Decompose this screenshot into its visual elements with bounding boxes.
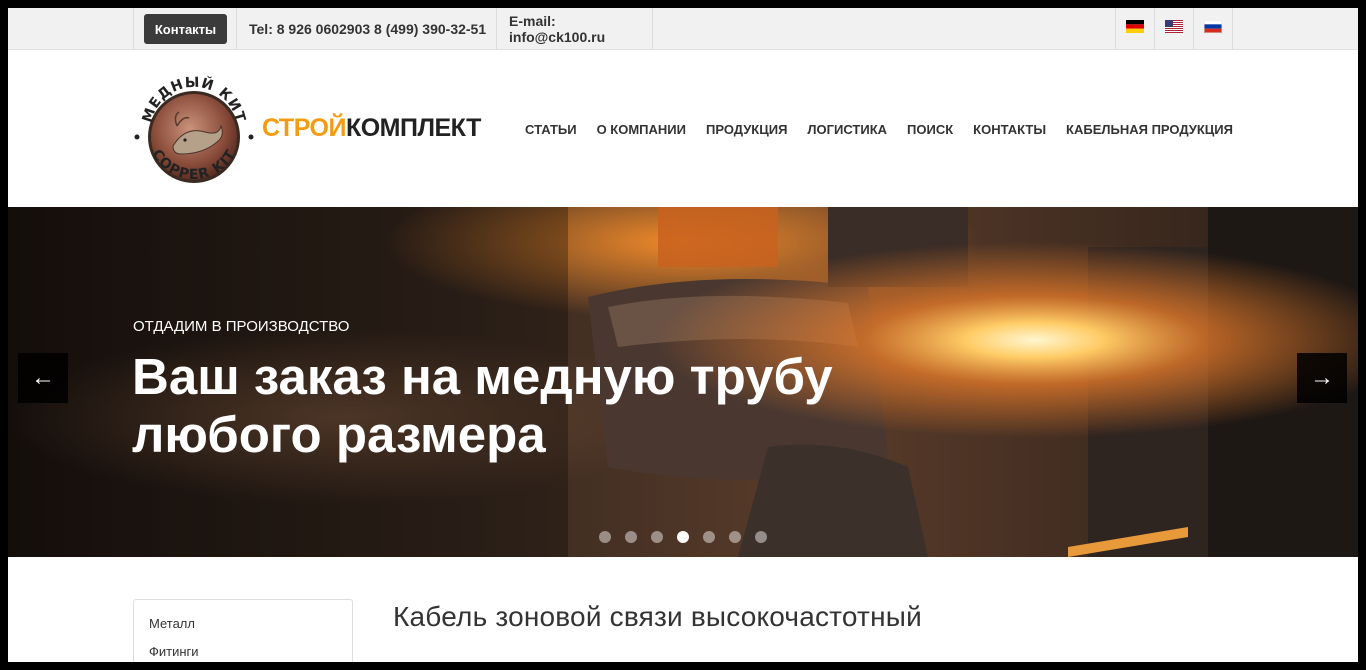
top-bar: Контакты Tel: 8 926 0602903 8 (499) 390-… [8, 8, 1358, 50]
page-title: Кабель зоновой связи высокочастотный [393, 601, 922, 632]
nav-articles[interactable]: СТАТЬИ [525, 122, 577, 137]
main-nav: СТАТЬИ О КОМПАНИИ ПРОДУКЦИЯ ЛОГИСТИКА ПО… [525, 122, 1233, 137]
divider [1232, 8, 1233, 49]
slider-next-button[interactable]: → [1297, 353, 1347, 403]
divider [652, 8, 653, 49]
sidebar-item-fittings[interactable]: Фитинги [149, 644, 199, 659]
de-flag-icon [1126, 20, 1144, 33]
divider [133, 8, 134, 49]
ru-flag-icon [1204, 20, 1222, 33]
lang-de[interactable] [1115, 8, 1154, 49]
us-flag-icon [1165, 20, 1183, 33]
hero-slider: ОТДАДИМ В ПРОИЗВОДСТВО Ваш заказ на медн… [8, 207, 1358, 557]
slider-dot[interactable] [599, 531, 611, 543]
nav-contacts[interactable]: КОНТАКТЫ [973, 122, 1046, 137]
arrow-right-icon: → [1310, 364, 1334, 391]
copper-kit-logo[interactable]: МЕДНЫЙ КИТ COPPER KIT [133, 60, 255, 200]
nav-about[interactable]: О КОМПАНИИ [597, 122, 686, 137]
phone-info: Tel: 8 926 0602903 8 (499) 390-32-51 [236, 8, 495, 49]
site-header: МЕДНЫЙ КИТ COPPER KIT СТРОЙКОМПЛЕКТ СТАТ… [8, 50, 1358, 207]
nav-products[interactable]: ПРОДУКЦИЯ [706, 122, 787, 137]
email-text: E-mail: info@ck100.ru [509, 12, 606, 45]
brand-part-2: КОМПЛЕКТ [345, 114, 481, 142]
phone-text: Tel: 8 926 0602903 8 (499) 390-32-51 [249, 20, 487, 37]
contacts-button[interactable]: Контакты [144, 14, 227, 44]
brand-name[interactable]: СТРОЙКОМПЛЕКТ [262, 114, 481, 143]
arrow-left-icon: ← [31, 364, 55, 391]
brand-part-1: СТРОЙ [262, 114, 346, 142]
nav-search[interactable]: ПОИСК [907, 122, 953, 137]
slider-dot[interactable] [625, 531, 637, 543]
sidebar-item-metal[interactable]: Металл [149, 616, 195, 631]
nav-cable-products[interactable]: КАБЕЛЬНАЯ ПРОДУКЦИЯ [1066, 122, 1233, 137]
lang-en[interactable] [1154, 8, 1193, 49]
nav-logistics[interactable]: ЛОГИСТИКА [807, 122, 887, 137]
category-sidebar: Металл Фитинги [133, 599, 353, 662]
email-info: E-mail: info@ck100.ru [496, 8, 653, 49]
slider-dot[interactable] [651, 531, 663, 543]
slide-eyebrow: ОТДАДИМ В ПРОИЗВОДСТВО [133, 318, 350, 335]
slider-dot[interactable] [755, 531, 767, 543]
slider-prev-button[interactable]: ← [18, 353, 68, 403]
slide-title: Ваш заказ на медную трубу любого размера [132, 348, 833, 463]
page: Контакты Tel: 8 926 0602903 8 (499) 390-… [8, 8, 1358, 662]
slider-pagination [599, 531, 767, 543]
slider-dot[interactable] [703, 531, 715, 543]
slider-dot[interactable] [729, 531, 741, 543]
slider-dot-active[interactable] [677, 531, 689, 543]
lang-ru[interactable] [1193, 8, 1232, 49]
